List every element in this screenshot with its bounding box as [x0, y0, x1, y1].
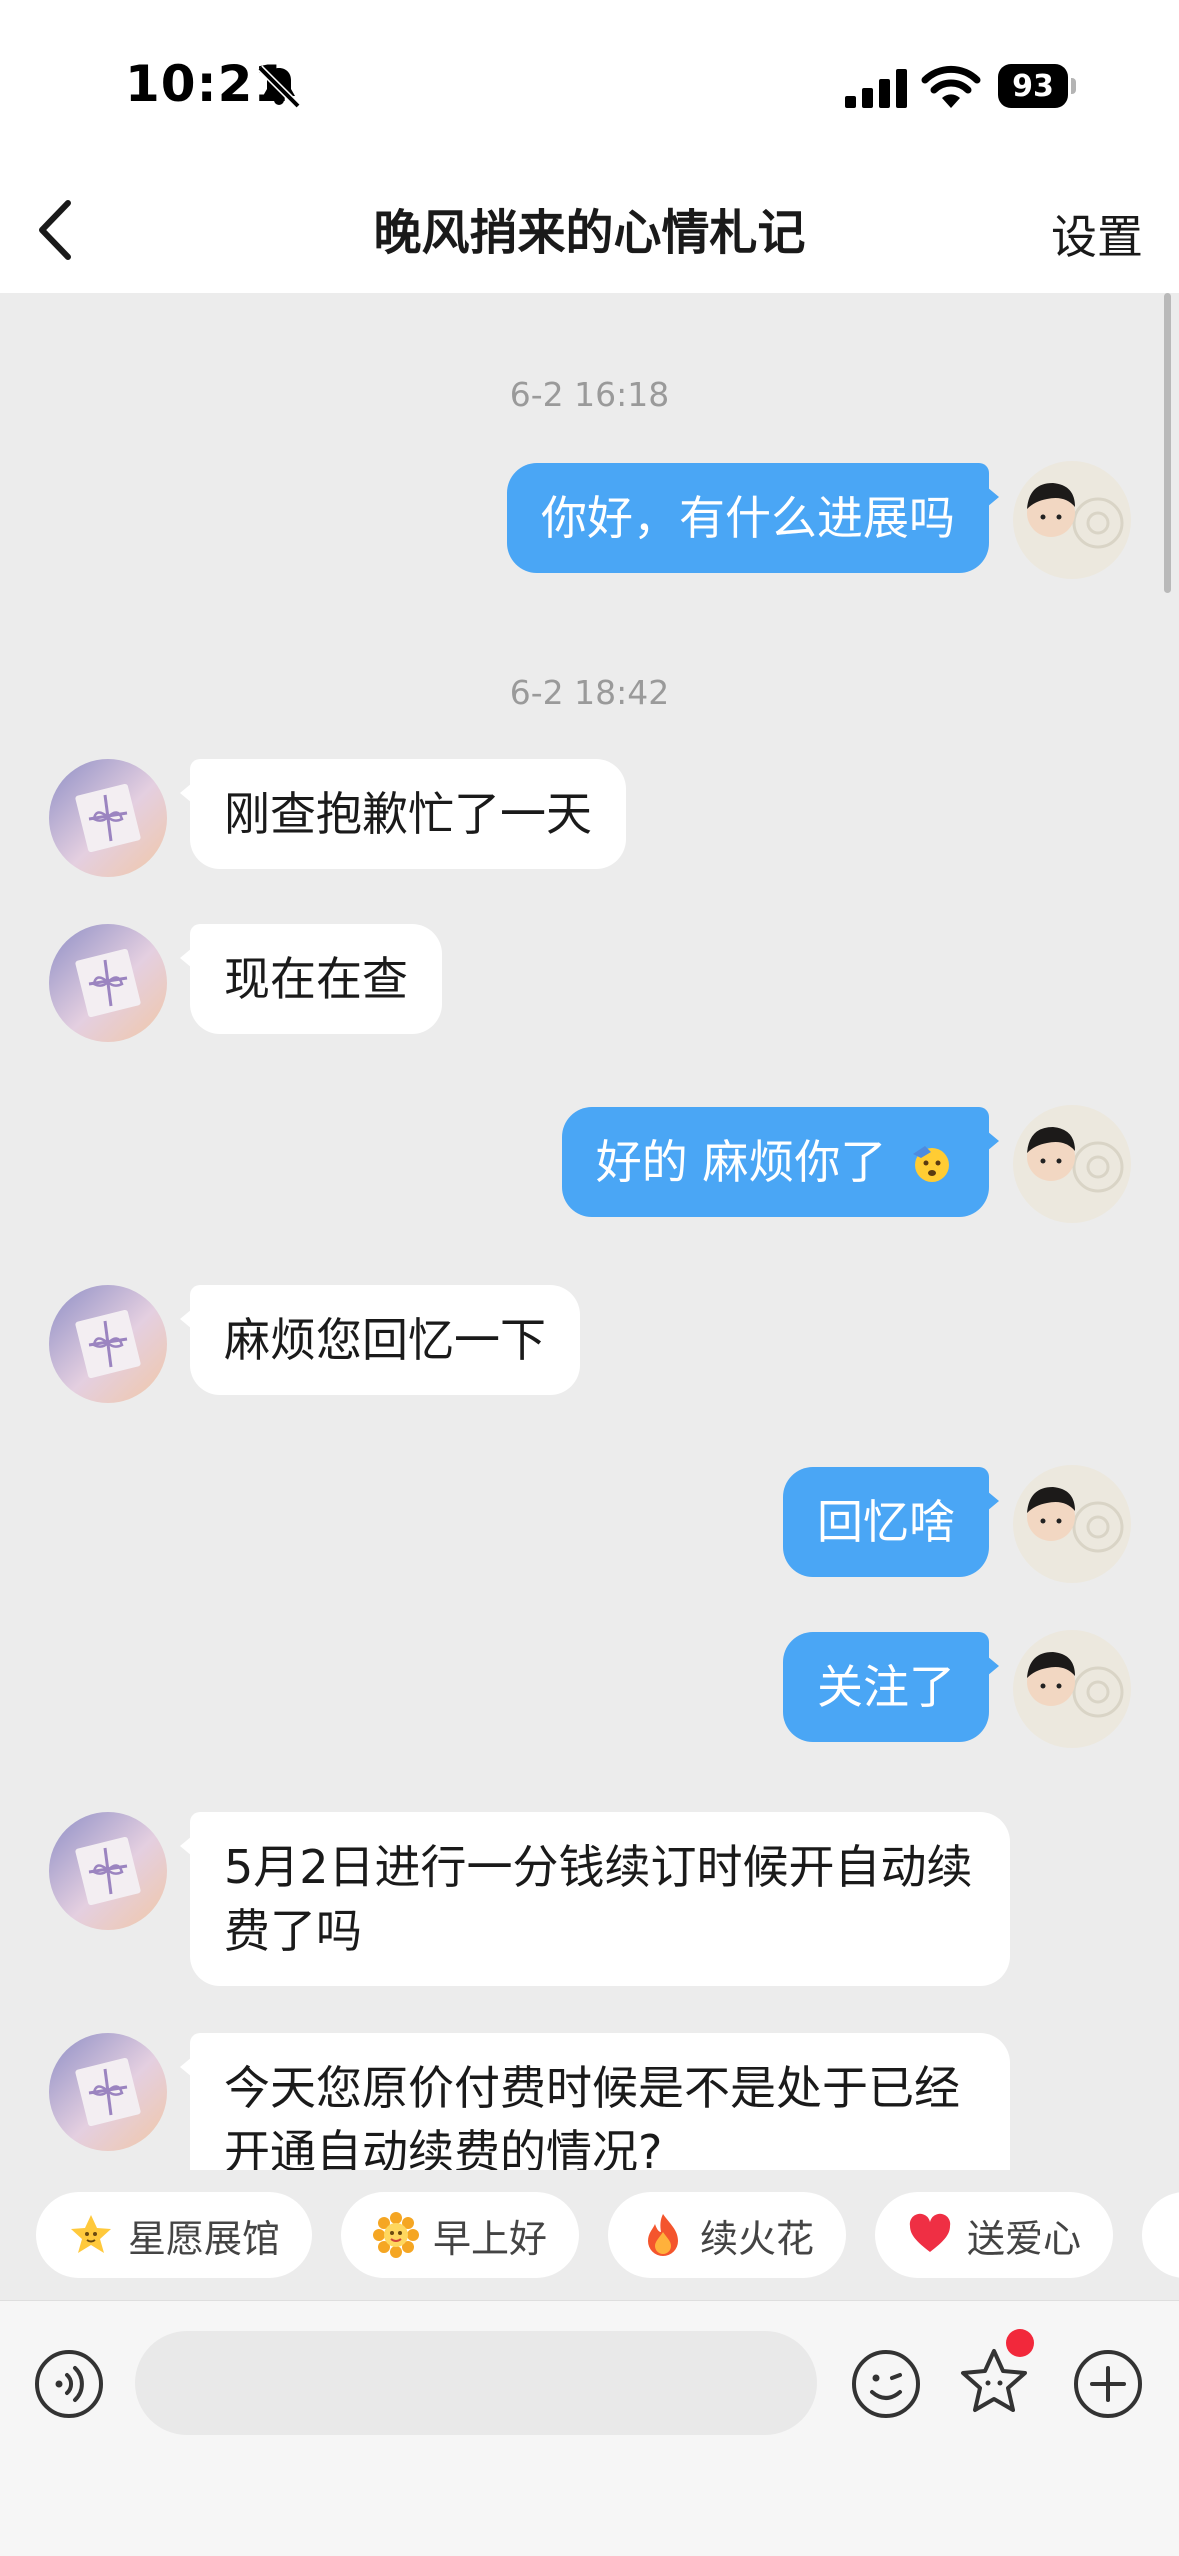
- fire-icon: [648, 2214, 678, 2256]
- message-bubble-outgoing[interactable]: 回忆啥: [783, 1467, 999, 1577]
- user-avatar-image: [1013, 1630, 1131, 1748]
- message-text: 回忆啥: [817, 1495, 955, 1549]
- message-bubble-incoming[interactable]: 现在在查: [180, 924, 442, 1034]
- contact-avatar-image: [49, 759, 167, 877]
- user-avatar-image: [1013, 461, 1131, 579]
- notification-dot: [1006, 2329, 1034, 2357]
- battery-icon: 93: [998, 64, 1076, 110]
- settings-button[interactable]: 设置: [1051, 201, 1143, 267]
- message-bubble-incoming[interactable]: 麻烦您回忆一下: [180, 1285, 580, 1395]
- message-input[interactable]: [135, 2331, 817, 2435]
- bell-slash-icon: [257, 65, 301, 109]
- message-text: 刚查抱歉忙了一天: [224, 787, 592, 841]
- contact-avatar-image: [49, 2033, 167, 2151]
- avatar[interactable]: [1013, 1465, 1131, 1583]
- avatar[interactable]: [1013, 461, 1131, 579]
- input-bar: [0, 2300, 1179, 2556]
- nav-bar: 晚风捎来的心情札记 设置: [0, 165, 1179, 293]
- timestamp: 6-2 18:42: [509, 673, 670, 712]
- contact-avatar-image: [49, 1285, 167, 1403]
- voice-icon[interactable]: [33, 2348, 105, 2420]
- chip-good-morning[interactable]: 早上好: [341, 2192, 580, 2278]
- quick-action-chips: 星愿展馆 早上好 续火花 送爱心: [0, 2170, 1179, 2300]
- avatar[interactable]: [1013, 1630, 1131, 1748]
- avatar[interactable]: [49, 924, 167, 1042]
- heart-icon: [909, 2213, 951, 2252]
- chip-star-gallery[interactable]: 星愿展馆: [36, 2192, 313, 2278]
- message-text: 今天您原价付费时候是不是处于已经开通自动续费的情况?: [224, 2061, 960, 2170]
- message-bubble-outgoing[interactable]: 好的 麻烦你了: [561, 1107, 1000, 1217]
- battery-level: 93: [998, 64, 1068, 108]
- contact-avatar-image: [49, 924, 167, 1042]
- message-bubble-outgoing[interactable]: 关注了: [783, 1632, 999, 1742]
- contact-avatar-image: [49, 1812, 167, 1930]
- star-face-icon: [71, 2215, 111, 2253]
- status-bar: 10:21 93: [0, 0, 1179, 165]
- sunflower-face-icon: [373, 2212, 419, 2258]
- chat-screen: 10:21 93 晚风捎来的心情札记 设置 6-2 16:18 你好，有什么进展…: [0, 0, 1179, 2556]
- user-avatar-image: [1013, 1105, 1131, 1223]
- saluting-face-icon: [913, 1146, 949, 1182]
- message-text: 好的 麻烦你了: [595, 1135, 887, 1189]
- message-text: 你好，有什么进展吗: [541, 491, 955, 545]
- chip-label: 续火花: [700, 2216, 815, 2261]
- avatar[interactable]: [49, 759, 167, 877]
- message-bubble-incoming[interactable]: 今天您原价付费时候是不是处于已经开通自动续费的情况?: [180, 2033, 1010, 2170]
- chip-send-love[interactable]: 送爱心: [875, 2192, 1114, 2278]
- page-title: 晚风捎来的心情札记: [373, 205, 806, 261]
- message-bubble-incoming[interactable]: 5月2日进行一分钱续订时候开自动续费了吗: [180, 1812, 1010, 1986]
- chip-more[interactable]: [1142, 2192, 1179, 2278]
- message-bubble-outgoing[interactable]: 你好，有什么进展吗: [507, 463, 999, 573]
- emoji-icon[interactable]: [850, 2348, 922, 2420]
- chip-label: 星愿展馆: [128, 2216, 281, 2261]
- message-list[interactable]: 6-2 16:18 你好，有什么进展吗 6-2 18:42 刚查抱歉忙了一天 现…: [0, 293, 1179, 2170]
- message-text: 关注了: [817, 1660, 955, 1714]
- message-text: 现在在查: [224, 952, 408, 1006]
- avatar[interactable]: [1013, 1105, 1131, 1223]
- message-text: 5月2日进行一分钱续订时候开自动续费了吗: [224, 1840, 973, 1958]
- avatar[interactable]: [49, 1812, 167, 1930]
- chip-continue-spark[interactable]: 续火花: [608, 2192, 847, 2278]
- plus-icon[interactable]: [1072, 2348, 1144, 2420]
- message-bubble-incoming[interactable]: 刚查抱歉忙了一天: [180, 759, 626, 869]
- scrollbar[interactable]: [1164, 293, 1171, 593]
- user-avatar-image: [1013, 1465, 1131, 1583]
- timestamp: 6-2 16:18: [509, 375, 670, 414]
- wifi-icon: [921, 65, 981, 108]
- avatar[interactable]: [49, 1285, 167, 1403]
- avatar[interactable]: [49, 2033, 167, 2151]
- signal-icon: [845, 69, 907, 108]
- battery-nub: [1071, 78, 1076, 94]
- chip-label: 早上好: [433, 2216, 548, 2261]
- chip-label: 送爱心: [967, 2216, 1082, 2261]
- message-text: 麻烦您回忆一下: [224, 1313, 546, 1367]
